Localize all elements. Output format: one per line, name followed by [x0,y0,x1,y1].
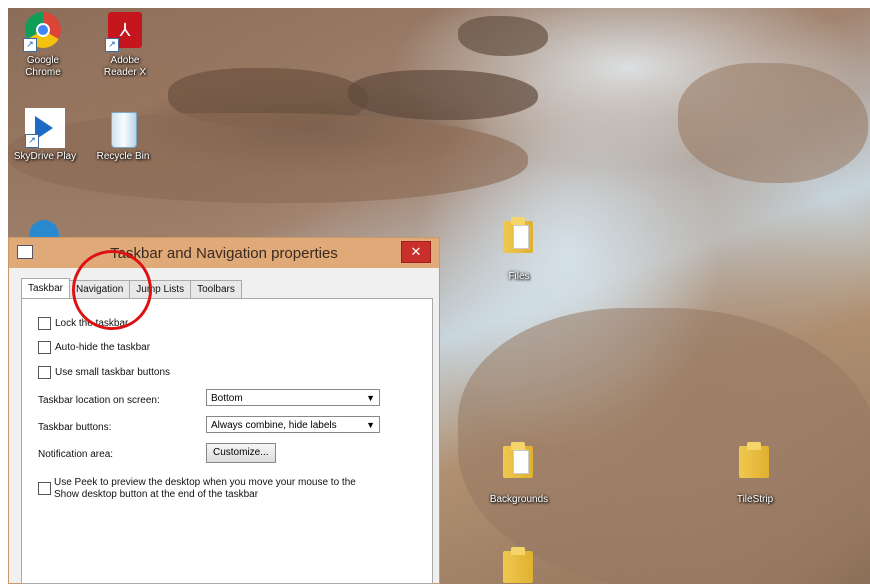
rock-decoration [348,70,538,120]
checkbox-label: Lock the taskbar [55,318,129,330]
desktop-icon-media-play[interactable]: ↗ SkyDrive Play [10,108,80,163]
peek-label: Show desktop button at the end of the ta… [54,489,259,500]
media-play-icon: ↗ [25,108,65,148]
lock-taskbar-checkbox[interactable] [38,317,51,330]
checkbox-label: Auto-hide the taskbar [55,342,151,354]
recycle-bin-icon [103,108,143,148]
folder-icon [735,440,775,480]
shortcut-arrow-icon: ↗ [23,38,37,52]
checkbox-label: Use small taskbar buttons [55,367,171,379]
lock-taskbar-option[interactable]: Lock the taskbar [38,317,128,330]
desktop-icon-adobe-reader[interactable]: ⅄ ↗ Adobe Reader X [90,10,160,79]
dialog-titlebar[interactable]: Taskbar and Navigation properties ✕ [9,238,439,268]
rock-decoration [8,113,528,203]
dialog-title: Taskbar and Navigation properties [110,245,338,262]
icon-label: SkyDrive Play [13,151,77,162]
auto-hide-checkbox[interactable] [38,341,51,354]
tab-strip: Taskbar Navigation Jump Lists Toolbars [21,278,242,299]
icon-label: Adobe [110,55,140,66]
tab-navigation[interactable]: Navigation [69,280,131,298]
folder-icon [499,215,539,255]
icon-label: Reader X [103,67,147,78]
desktop-icon-chrome[interactable]: ↗ Google Chrome [8,10,78,79]
folder-icon [499,440,539,480]
tab-jump-lists[interactable]: Jump Lists [129,280,192,298]
icon-label: Backgrounds [489,494,549,505]
location-label: Taskbar location on screen: [38,395,160,406]
desktop-icon-folder-backgrounds[interactable]: Backgrounds [484,440,554,506]
buttons-label: Taskbar buttons: [38,422,112,433]
icon-label: Files [508,271,530,282]
small-buttons-checkbox[interactable] [38,366,51,379]
peek-option[interactable]: Use Peek to preview the desktop when you… [38,477,418,501]
buttons-select[interactable]: Always combine, hide labels ▼ [206,416,380,433]
close-button[interactable]: ✕ [401,241,431,263]
location-value: Bottom [211,393,243,404]
buttons-value: Always combine, hide labels [211,420,337,431]
small-buttons-option[interactable]: Use small taskbar buttons [38,366,170,379]
folder-icon [499,545,539,585]
tab-toolbars[interactable]: Toolbars [190,280,242,298]
taskbar-tab-panel: Lock the taskbar Auto-hide the taskbar U… [21,298,433,584]
icon-label: Chrome [25,67,61,78]
desktop-icon-folder-tilestrip[interactable]: TileStrip [720,440,790,506]
shortcut-arrow-icon: ↗ [105,38,119,52]
location-select[interactable]: Bottom ▼ [206,389,380,406]
desktop-icon-folder-files[interactable]: Files [484,215,554,283]
peek-checkbox[interactable] [38,482,51,495]
auto-hide-option[interactable]: Auto-hide the taskbar [38,341,150,354]
rock-decoration [458,16,548,56]
peek-label: Use Peek to preview the desktop when you… [54,477,356,488]
rock-decoration [678,63,868,183]
tab-taskbar[interactable]: Taskbar [21,278,71,299]
desktop-icon-recycle-bin[interactable]: Recycle Bin [88,108,158,163]
icon-label: TileStrip [736,494,774,505]
icon-label: Google [26,55,60,66]
desktop-icon-folder-partial[interactable] [484,545,554,585]
chrome-icon: ↗ [23,12,63,52]
chevron-down-icon: ▼ [366,393,375,403]
chevron-down-icon: ▼ [366,420,375,430]
notification-label: Notification area: [38,449,114,460]
taskbar-properties-dialog: Taskbar and Navigation properties ✕ Task… [8,237,440,584]
customize-button[interactable]: Customize... [206,443,276,463]
shortcut-arrow-icon: ↗ [25,134,39,148]
icon-label: Recycle Bin [96,151,150,162]
adobe-reader-icon: ⅄ ↗ [105,12,145,52]
